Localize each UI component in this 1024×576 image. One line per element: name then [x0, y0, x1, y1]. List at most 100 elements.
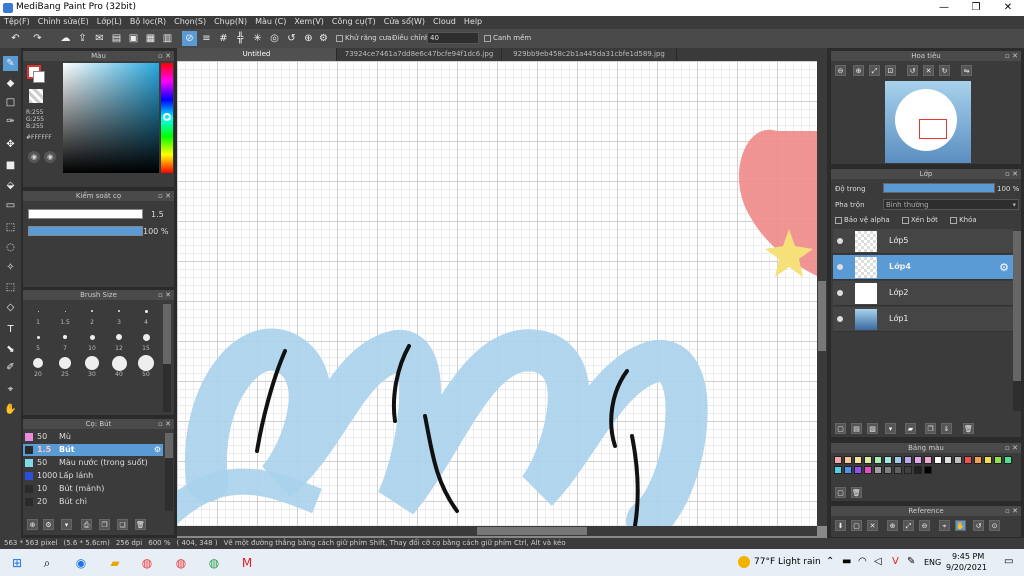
share-icon[interactable]: ⇪	[75, 31, 90, 46]
page-icon[interactable]: ▥	[160, 31, 175, 46]
operation-tool-icon[interactable]: ✐	[3, 360, 18, 375]
move-tool-icon[interactable]: ✥	[3, 137, 18, 152]
new-1bit-layer-icon[interactable]: ▧	[867, 423, 878, 434]
eye-icon[interactable]	[837, 238, 843, 244]
eye-icon[interactable]	[837, 290, 843, 296]
brush-size-option[interactable]: 40	[106, 354, 132, 379]
clock-time[interactable]: 9:45 PM	[952, 552, 984, 561]
sharp-option[interactable]: Canh mềm	[484, 34, 531, 42]
brush-size-option[interactable]: 50	[133, 354, 159, 379]
eraser-tool-icon[interactable]: ◆	[3, 76, 18, 91]
select-tool-icon[interactable]: ⬚	[3, 220, 18, 235]
correction-select[interactable]: 40	[427, 32, 479, 44]
select-pen-icon[interactable]: ⬚	[3, 280, 18, 295]
divide-tool-icon[interactable]: ⬊	[3, 342, 18, 357]
reference-rotate-icon[interactable]: ↺	[973, 520, 984, 531]
palette-color-swatch[interactable]	[874, 456, 882, 464]
eyedropper-icon[interactable]: ◉	[44, 151, 56, 163]
menu-select[interactable]: Chọn(S)	[170, 16, 210, 26]
palette-color-swatch[interactable]	[924, 456, 932, 464]
menu-edit[interactable]: Chỉnh sửa(E)	[34, 16, 93, 26]
network-icon[interactable]: ▬	[842, 556, 851, 567]
reference-close-icon[interactable]: ✕	[867, 520, 878, 531]
add-brush-icon[interactable]: ⊕	[27, 519, 38, 530]
layer-row-1[interactable]: Lớp1	[833, 307, 1013, 332]
layer-scrollbar[interactable]	[1013, 231, 1021, 411]
layer-opacity-slider[interactable]	[883, 183, 995, 193]
fit-window-icon[interactable]: ⤢	[869, 65, 880, 76]
flip-icon[interactable]: ⇋	[961, 65, 972, 76]
folder-icon[interactable]: ▰	[905, 423, 916, 434]
hue-handle[interactable]	[163, 113, 171, 121]
brush-size-option[interactable]: 1.5	[52, 302, 78, 327]
brush-size-option[interactable]: 4	[133, 302, 159, 327]
tab-image-1[interactable]: 73924ce7461a7dd8e6c47bcfe94f1dc6.jpg	[337, 48, 502, 61]
palette-color-swatch[interactable]	[854, 466, 862, 474]
brush-size-option[interactable]: 25	[52, 354, 78, 379]
brush-opacity-slider[interactable]	[28, 226, 143, 236]
brush-size-scrollbar[interactable]	[163, 304, 171, 412]
blend-mode-select[interactable]: Bình thường ▾	[883, 199, 1019, 210]
select-eraser-icon[interactable]: ◇	[3, 300, 18, 315]
clipping-checkbox[interactable]	[901, 216, 909, 224]
zoom-in-icon[interactable]: ⊕	[853, 65, 864, 76]
brush-size-option[interactable]: 3	[106, 302, 132, 327]
brush-list-item[interactable]: 1000 Lấp lánh	[23, 470, 163, 482]
actual-size-icon[interactable]: ⊡	[885, 65, 896, 76]
brush-tool-icon[interactable]: ✎	[3, 56, 18, 71]
brush-duplicate-icon[interactable]: ❏	[117, 519, 128, 530]
merge-layer-icon[interactable]: ⇓	[941, 423, 952, 434]
palette-icon[interactable]: ◉	[28, 151, 40, 163]
menu-layer[interactable]: Lớp(L)	[93, 16, 126, 26]
protect-alpha-option[interactable]: Bảo vệ alpha	[835, 216, 890, 224]
layer-row-5[interactable]: Lớp5	[833, 229, 1013, 254]
brush-list-item[interactable]: 1.5 Bút ⚙	[23, 444, 163, 456]
menu-color[interactable]: Màu (C)	[251, 16, 290, 26]
panel-close-icon[interactable]: ▫ ✕	[1005, 506, 1018, 516]
palette-color-swatch[interactable]	[834, 456, 842, 464]
tab-image-2[interactable]: 929bb9eb458c2b1a445da31cbfe1d589.jpg	[502, 48, 677, 61]
menu-tools[interactable]: Công cụ(T)	[328, 16, 380, 26]
comment-icon[interactable]: ✉	[92, 31, 107, 46]
maximize-button[interactable]: ❐	[960, 0, 992, 16]
palette-color-swatch[interactable]	[844, 456, 852, 464]
palette-color-swatch[interactable]	[934, 456, 942, 464]
transparent-color-swatch[interactable]	[29, 89, 43, 103]
brush-settings-icon[interactable]: ⚙	[43, 519, 54, 530]
palette-color-swatch[interactable]	[884, 466, 892, 474]
menu-file[interactable]: Tệp(F)	[0, 16, 34, 26]
save-icon[interactable]: ▣	[126, 31, 141, 46]
palette-color-swatch[interactable]	[974, 456, 982, 464]
brush-list-item[interactable]: 20 Bút chì	[23, 496, 163, 508]
dot-tool-icon[interactable]: □	[3, 95, 18, 110]
panel-close-icon[interactable]: ▫ ✕	[1005, 443, 1018, 453]
panel-close-icon[interactable]: ▫ ✕	[158, 191, 171, 201]
brush-size-option[interactable]: 1	[25, 302, 51, 327]
palette-color-swatch[interactable]	[884, 456, 892, 464]
palette-color-swatch[interactable]	[954, 456, 962, 464]
palette-color-swatch[interactable]	[904, 466, 912, 474]
panel-icon[interactable]: ▦	[143, 31, 158, 46]
brush-size-option[interactable]: 10	[79, 328, 105, 353]
rotate-left-icon[interactable]: ↺	[907, 65, 918, 76]
brush-list-item[interactable]: 10 Bút (mảnh)	[23, 483, 163, 495]
gradient-tool-icon[interactable]: ▭	[3, 198, 18, 213]
brush-size-slider[interactable]	[28, 209, 143, 219]
palette-color-swatch[interactable]	[944, 456, 952, 464]
palette-color-swatch[interactable]	[964, 456, 972, 464]
background-color-swatch[interactable]	[33, 71, 45, 83]
menu-cloud[interactable]: Cloud	[429, 16, 460, 26]
tab-untitled[interactable]: Untitled	[177, 48, 337, 61]
panel-close-icon[interactable]: ▫ ✕	[158, 419, 171, 429]
new-halftone-layer-icon[interactable]: ▤	[851, 423, 862, 434]
layer-row-2[interactable]: Lớp2	[833, 281, 1013, 306]
new-layer-icon[interactable]: ▢	[835, 423, 846, 434]
undo-icon[interactable]: ↶	[8, 31, 23, 46]
lock-checkbox[interactable]	[950, 216, 958, 224]
eyedropper-tool-icon[interactable]: ⌖	[3, 382, 18, 397]
lasso-tool-icon[interactable]: ◌	[3, 240, 18, 255]
brush-size-option[interactable]: 7	[52, 328, 78, 353]
menu-snap[interactable]: Chụp(N)	[210, 16, 251, 26]
menu-filter[interactable]: Bộ lọc(R)	[126, 16, 170, 26]
file-explorer-icon[interactable]: ▰	[106, 554, 124, 572]
